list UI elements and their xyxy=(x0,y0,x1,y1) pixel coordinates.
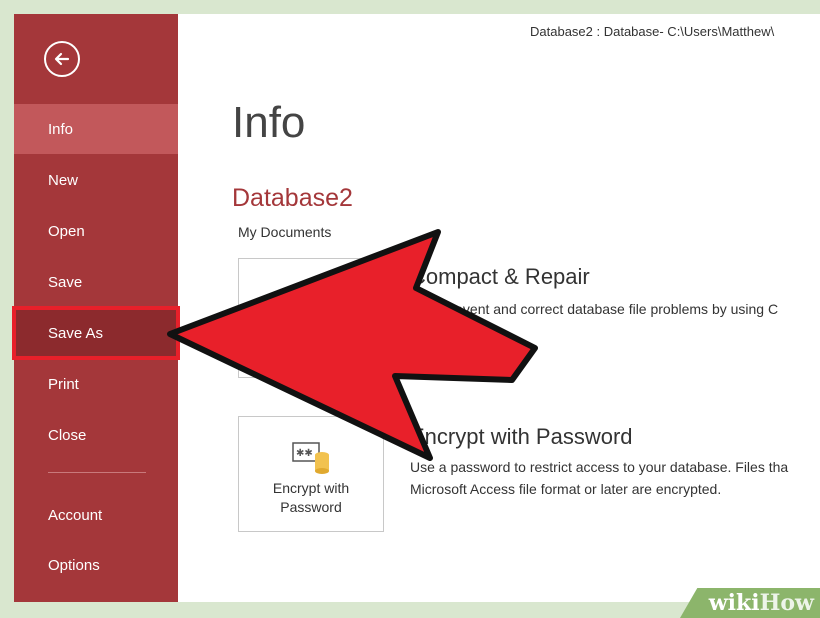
nav-open[interactable]: Open xyxy=(14,206,178,256)
encrypt-tile-label-line2: Password xyxy=(280,499,342,515)
encrypt-password-description-line2: Microsoft Access file format or later ar… xyxy=(410,481,722,497)
nav-info[interactable]: Info xyxy=(14,104,178,154)
database-name: Database2 xyxy=(232,184,353,212)
watermark-wiki: wiki xyxy=(708,590,760,616)
nav-close[interactable]: Close xyxy=(14,410,178,460)
nav-account[interactable]: Account xyxy=(14,490,178,540)
wikihow-watermark: wikiHow xyxy=(670,584,820,618)
sidebar-divider xyxy=(48,472,146,473)
pointer-arrow-icon xyxy=(167,229,538,461)
backstage-sidebar: Info New Open Save Save As Print Close A… xyxy=(12,14,180,602)
page-title: Info xyxy=(232,98,306,147)
watermark-how: How xyxy=(759,590,814,616)
nav-options[interactable]: Options xyxy=(14,540,178,590)
nav-new[interactable]: New xyxy=(14,155,178,205)
back-arrow-icon[interactable] xyxy=(44,41,80,77)
nav-save[interactable]: Save xyxy=(14,257,178,307)
encrypt-tile-label-line1: Encrypt with xyxy=(272,480,350,496)
nav-print[interactable]: Print xyxy=(14,359,178,409)
nav-save-as[interactable]: Save As xyxy=(12,306,180,360)
window-title: Database2 : Database- C:\Users\Matthew\ xyxy=(530,24,775,39)
